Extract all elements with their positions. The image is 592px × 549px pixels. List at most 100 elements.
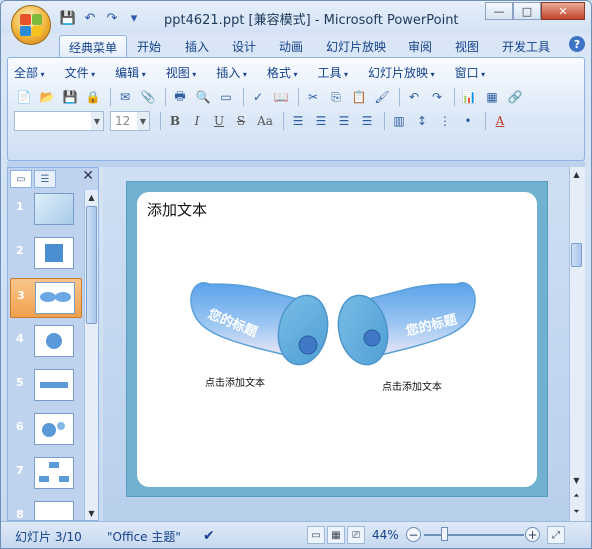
spellcheck-icon[interactable]: ✔ <box>203 528 215 544</box>
scroll-down-icon[interactable]: ▼ <box>570 473 583 487</box>
menu-edit[interactable]: 编辑 <box>115 64 146 82</box>
format-painter-icon[interactable]: 🖌 <box>372 87 392 107</box>
slide-content: 添加文本 您的标题 您的标题 点击添加文本 点击添加文本 <box>137 192 537 487</box>
slide-thumbnail-7[interactable]: 7 <box>10 454 82 494</box>
email-icon[interactable]: ✉ <box>115 87 135 107</box>
tab-design[interactable]: 设计 <box>223 35 265 57</box>
scroll-thumb[interactable] <box>571 243 582 267</box>
change-case-button[interactable]: Aa <box>253 111 277 131</box>
zoom-slider-track[interactable] <box>424 534 524 536</box>
undo-icon[interactable]: ↶ <box>81 9 99 27</box>
office-button[interactable] <box>11 5 51 45</box>
attach-icon[interactable]: 📎 <box>138 87 158 107</box>
scroll-down-icon[interactable]: ▼ <box>85 506 98 520</box>
slide-thumbnail-3[interactable]: 3 <box>10 278 82 318</box>
hyperlink-icon[interactable]: 🔗 <box>505 87 525 107</box>
slides-tab-icon[interactable]: ▭ <box>10 170 32 188</box>
tab-slideshow[interactable]: 幻灯片放映 <box>317 35 395 57</box>
panel-close-icon[interactable]: ✕ <box>82 168 94 184</box>
permission-icon[interactable]: 🔒 <box>83 87 103 107</box>
scroll-up-icon[interactable]: ▲ <box>85 190 98 204</box>
font-size-combo[interactable]: 12 ▼ <box>110 111 150 131</box>
save-icon[interactable]: 💾 <box>60 87 80 107</box>
line-spacing-icon[interactable]: ↕ <box>412 111 432 131</box>
slide-thumbnail-8[interactable]: 8 <box>10 498 82 520</box>
slide-thumbnail-4[interactable]: 4 <box>10 322 82 362</box>
menu-view[interactable]: 视图 <box>166 64 197 82</box>
customize-qat-icon[interactable]: ▾ <box>125 9 143 27</box>
theme-name[interactable]: "Office 主题" <box>107 528 181 545</box>
font-name-combo[interactable]: ▼ <box>14 111 104 131</box>
help-icon[interactable]: ? <box>569 36 585 52</box>
table-icon[interactable]: ▦ <box>482 87 502 107</box>
previous-slide-icon[interactable]: ⏶ <box>570 489 583 503</box>
normal-view-icon[interactable]: ▭ <box>307 526 325 544</box>
slide-thumbnail-1[interactable]: 1 <box>10 190 82 230</box>
columns-icon[interactable]: ▥ <box>389 111 409 131</box>
menu-file[interactable]: 文件 <box>65 64 96 82</box>
menu-slideshow[interactable]: 幻灯片放映 <box>368 64 435 82</box>
tab-developer[interactable]: 开发工具 <box>493 35 559 57</box>
print-icon[interactable]: 🖶 <box>170 87 190 107</box>
menu-insert[interactable]: 插入 <box>216 64 247 82</box>
next-slide-icon[interactable]: ⏷ <box>570 505 583 519</box>
left-cylinder-shape[interactable] <box>190 282 334 369</box>
tab-insert[interactable]: 插入 <box>176 35 218 57</box>
tab-classic-menu[interactable]: 经典菜单 <box>59 35 128 57</box>
bullets-icon[interactable]: • <box>458 111 478 131</box>
redo-icon[interactable]: ↷ <box>103 9 121 27</box>
numbering-icon[interactable]: ⋮ <box>435 111 455 131</box>
strikethrough-button[interactable]: S <box>231 111 251 131</box>
print-preview-icon[interactable]: 🔍 <box>193 87 213 107</box>
align-left-icon[interactable]: ☰ <box>288 111 308 131</box>
font-color-button[interactable]: A <box>490 111 510 131</box>
chart-icon[interactable]: 📊 <box>459 87 479 107</box>
research-icon[interactable]: 📖 <box>271 87 291 107</box>
redo-icon[interactable]: ↷ <box>427 87 447 107</box>
tab-animations[interactable]: 动画 <box>270 35 312 57</box>
cut-icon[interactable]: ✂ <box>303 87 323 107</box>
slide-scrollbar[interactable]: ▲ ▼ ⏶ ⏷ <box>569 167 585 521</box>
bold-button[interactable]: B <box>165 111 185 131</box>
spelling-icon[interactable]: ✓ <box>248 87 268 107</box>
zoom-in-icon[interactable]: + <box>525 527 540 542</box>
slide-sorter-icon[interactable]: ▦ <box>327 526 345 544</box>
maximize-button[interactable]: □ <box>513 2 541 20</box>
menu-window[interactable]: 窗口 <box>455 64 486 82</box>
tab-view[interactable]: 视图 <box>446 35 488 57</box>
zoom-level[interactable]: 44% <box>372 528 399 542</box>
menu-all[interactable]: 全部 <box>14 64 45 82</box>
menu-tools[interactable]: 工具 <box>317 64 348 82</box>
slideshow-view-icon[interactable]: ⎚ <box>347 526 365 544</box>
slide-thumbnail-6[interactable]: 6 <box>10 410 82 450</box>
undo-icon[interactable]: ↶ <box>404 87 424 107</box>
minimize-button[interactable]: — <box>485 2 513 20</box>
new-icon[interactable]: 📄 <box>14 87 34 107</box>
scroll-thumb[interactable] <box>86 206 97 324</box>
zoom-out-icon[interactable]: − <box>406 527 421 542</box>
menu-format[interactable]: 格式 <box>267 64 298 82</box>
caption-left[interactable]: 点击添加文本 <box>205 374 265 389</box>
tab-home[interactable]: 开始 <box>128 35 170 57</box>
underline-button[interactable]: U <box>209 111 229 131</box>
align-right-icon[interactable]: ☰ <box>334 111 354 131</box>
slide-thumbnail-2[interactable]: 2 <box>10 234 82 274</box>
scroll-up-icon[interactable]: ▲ <box>570 167 583 181</box>
open-icon[interactable]: 📂 <box>37 87 57 107</box>
paste-icon[interactable]: 📋 <box>349 87 369 107</box>
close-button[interactable]: ✕ <box>541 2 585 20</box>
copy-icon[interactable]: ⎘ <box>326 87 346 107</box>
align-center-icon[interactable]: ☰ <box>311 111 331 131</box>
italic-button[interactable]: I <box>187 111 207 131</box>
caption-right[interactable]: 点击添加文本 <box>382 378 442 393</box>
justify-icon[interactable]: ☰ <box>357 111 377 131</box>
tab-review[interactable]: 审阅 <box>399 35 441 57</box>
outline-tab-icon[interactable]: ☰ <box>34 170 56 188</box>
page-setup-icon[interactable]: ▭ <box>216 87 236 107</box>
fit-to-window-icon[interactable]: ⤢ <box>547 526 565 544</box>
slide-thumbnail-5[interactable]: 5 <box>10 366 82 406</box>
save-icon[interactable]: 💾 <box>59 9 77 27</box>
zoom-slider-thumb[interactable] <box>441 527 448 541</box>
slide-number: 3 <box>17 289 25 302</box>
thumbnail-scrollbar[interactable]: ▲ ▼ <box>84 190 98 520</box>
